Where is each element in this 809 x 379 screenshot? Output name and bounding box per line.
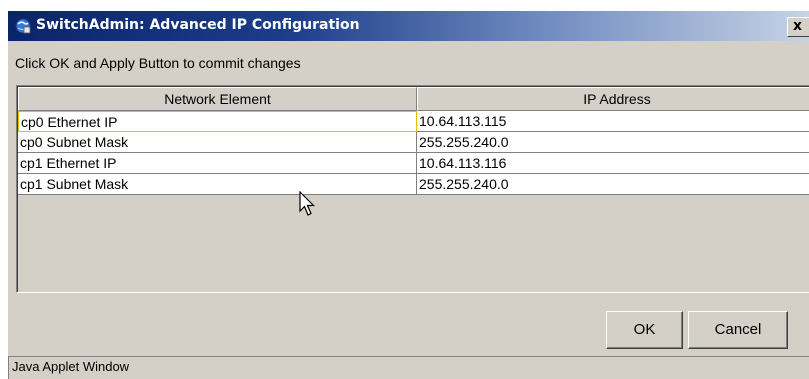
column-header-ip-address[interactable]: IP Address [417,87,809,111]
window-title: SwitchAdmin: Advanced IP Configuration [36,17,360,33]
globe-applet-icon [15,18,31,34]
table-row: cp1 Subnet Mask 255.255.240.0 [18,174,809,195]
close-button[interactable]: x [787,17,809,37]
network-element-cell[interactable]: cp1 Ethernet IP [18,153,417,174]
network-element-cell[interactable]: cp1 Subnet Mask [18,174,417,195]
network-element-cell[interactable]: cp0 Subnet Mask [18,132,417,153]
ip-address-cell[interactable]: 10.64.113.116 [417,153,809,174]
network-element-cell[interactable]: cp0 Ethernet IP [18,111,417,132]
table-row: cp0 Subnet Mask 255.255.240.0 [18,132,809,153]
mouse-pointer-icon [299,191,315,216]
ip-address-cell[interactable]: 255.255.240.0 [417,174,809,195]
table-row: cp1 Ethernet IP 10.64.113.116 [18,153,809,174]
ok-button[interactable]: OK [606,311,683,349]
ip-config-table: Network Element IP Address cp0 Ethernet … [16,85,809,293]
instruction-text: Click OK and Apply Button to commit chan… [15,55,301,71]
column-header-network-element[interactable]: Network Element [18,87,417,111]
cancel-button[interactable]: Cancel [688,311,788,349]
advanced-ip-configuration-dialog: SwitchAdmin: Advanced IP Configuration x… [8,11,809,379]
ip-address-cell[interactable]: 255.255.240.0 [417,132,809,153]
table-row: cp0 Ethernet IP 10.64.113.115 [18,111,809,132]
title-bar[interactable]: SwitchAdmin: Advanced IP Configuration x [8,11,809,41]
applet-status-bar: Java Applet Window [8,356,809,379]
ip-address-cell[interactable]: 10.64.113.115 [417,111,809,132]
